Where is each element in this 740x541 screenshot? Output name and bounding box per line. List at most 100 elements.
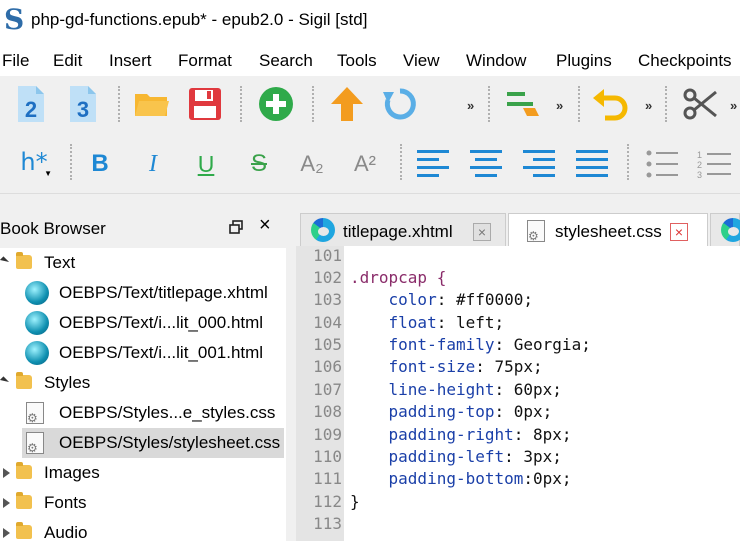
toolbar-grip[interactable] <box>488 86 491 122</box>
collapse-arrow-icon[interactable] <box>3 498 10 508</box>
subscript-icon: A₂ <box>300 151 324 176</box>
tree-item-page-styles[interactable]: OEBPS/Styles...e_styles.css <box>0 398 286 428</box>
floppy-disk-icon <box>189 88 221 120</box>
marker-icon <box>507 92 539 116</box>
bold-button[interactable]: B <box>80 142 120 186</box>
tree-folder-text[interactable]: Text <box>0 248 286 278</box>
refresh-icon <box>383 88 416 120</box>
toolbar-grip[interactable] <box>400 144 403 180</box>
add-file-button[interactable] <box>256 82 296 126</box>
align-right-button[interactable] <box>519 142 559 186</box>
tree-item-label: OEBPS/Styles/stylesheet.css <box>59 433 281 452</box>
italic-icon: I <box>149 150 157 177</box>
open-button[interactable] <box>132 82 172 126</box>
format-toolbar: h* ▼ B I U S A₂ A² 1 2 3 <box>0 132 740 194</box>
numbered-list-button[interactable]: 1 2 3 <box>694 142 734 186</box>
css-property: padding-bottom <box>350 469 524 488</box>
justify-button[interactable] <box>572 142 612 186</box>
tree-item-label: Text <box>44 253 76 272</box>
menu-tools[interactable]: Tools <box>337 51 377 71</box>
menu-insert[interactable]: Insert <box>109 51 152 71</box>
book-browser-panel: Book Browser × Text OEBPS/Text/titlepage… <box>0 210 286 541</box>
bullet-list-button[interactable] <box>642 142 682 186</box>
cut-button[interactable] <box>680 82 720 126</box>
expand-arrow-icon[interactable] <box>0 376 10 386</box>
css-property: color <box>350 290 437 309</box>
heading-2-button[interactable]: 2 <box>11 82 51 126</box>
strikethrough-icon: S <box>250 150 267 177</box>
menu-file[interactable]: File <box>2 51 29 71</box>
tab-titlepage[interactable]: titlepage.xhtml × <box>300 213 506 247</box>
menu-format[interactable]: Format <box>178 51 232 71</box>
code-line: padding-left: 3px; <box>350 447 562 466</box>
xhtml-file-icon <box>25 341 49 365</box>
title-bar: S php-gd-functions.epub* - epub2.0 - Sig… <box>0 0 740 44</box>
heading-3-button[interactable]: 3 <box>63 82 103 126</box>
code-line: padding-bottom:0px; <box>350 469 572 488</box>
css-property: font-size <box>350 357 476 376</box>
folder-icon <box>16 372 32 389</box>
line-number: 110 <box>313 447 342 466</box>
menu-search[interactable]: Search <box>259 51 313 71</box>
tab-stylesheet[interactable]: stylesheet.css × <box>508 213 708 247</box>
close-tab-icon[interactable]: × <box>473 223 491 241</box>
strikethrough-button[interactable]: S <box>239 142 279 186</box>
book-browser-header: Book Browser × <box>0 210 286 244</box>
book-browser-title: Book Browser <box>0 219 106 238</box>
underline-button[interactable]: U <box>186 142 226 186</box>
superscript-button[interactable]: A² <box>345 142 385 186</box>
toolbar-grip[interactable] <box>240 86 243 122</box>
css-value: : 60px; <box>494 380 562 399</box>
menu-view[interactable]: View <box>403 51 440 71</box>
superscript-icon: A² <box>354 151 376 176</box>
tab-overflow[interactable] <box>710 213 740 247</box>
collapse-arrow-icon[interactable] <box>3 528 10 538</box>
tree-folder-styles[interactable]: Styles <box>0 368 286 398</box>
save-button[interactable] <box>185 82 225 126</box>
menu-plugins[interactable]: Plugins <box>556 51 612 71</box>
folder-icon <box>16 252 32 269</box>
tree-item-split-001[interactable]: OEBPS/Text/i...lit_001.html <box>0 338 286 368</box>
toolbar-grip[interactable] <box>312 86 315 122</box>
toolbar-grip[interactable] <box>665 86 668 122</box>
align-center-button[interactable] <box>466 142 506 186</box>
line-number: 107 <box>313 380 342 399</box>
css-property: padding-left <box>350 447 505 466</box>
browser-edge-icon <box>311 218 335 242</box>
tree-folder-audio[interactable]: Audio <box>0 518 286 541</box>
close-tab-icon[interactable]: × <box>670 223 688 241</box>
code-line: } <box>350 492 360 511</box>
align-left-button[interactable] <box>413 142 453 186</box>
move-up-button[interactable] <box>327 82 367 126</box>
italic-button[interactable]: I <box>133 142 173 186</box>
overflow-chevron-icon[interactable]: » <box>730 98 737 113</box>
toolbar-grip[interactable] <box>627 144 630 180</box>
menu-window[interactable]: Window <box>466 51 526 71</box>
overflow-chevron-icon[interactable]: » <box>467 98 474 113</box>
overflow-chevron-icon[interactable]: » <box>556 98 563 113</box>
toolbar-grip[interactable] <box>70 144 73 180</box>
tree-folder-fonts[interactable]: Fonts <box>0 488 286 518</box>
undo-button[interactable] <box>590 82 630 126</box>
overflow-chevron-icon[interactable]: » <box>645 98 652 113</box>
insert-marker-button[interactable] <box>502 82 542 126</box>
menu-edit[interactable]: Edit <box>53 51 82 71</box>
css-value: : 3px; <box>504 447 562 466</box>
subscript-button[interactable]: A₂ <box>292 142 332 186</box>
line-number: 111 <box>313 469 342 488</box>
menu-checkpoints[interactable]: Checkpoints <box>638 51 732 71</box>
heading-dropdown-button[interactable]: h* ▼ <box>12 140 56 184</box>
toolbar-grip[interactable] <box>118 86 121 122</box>
close-dock-icon[interactable]: × <box>259 215 271 235</box>
toolbar-grip[interactable] <box>578 86 581 122</box>
tree-item-titlepage[interactable]: OEBPS/Text/titlepage.xhtml <box>0 278 286 308</box>
refresh-button[interactable] <box>380 82 420 126</box>
tree-folder-images[interactable]: Images <box>0 458 286 488</box>
tree-item-split-000[interactable]: OEBPS/Text/i...lit_000.html <box>0 308 286 338</box>
float-dock-icon[interactable] <box>229 220 243 234</box>
tree-item-stylesheet[interactable]: OEBPS/Styles/stylesheet.css <box>22 428 284 458</box>
collapse-arrow-icon[interactable] <box>3 468 10 478</box>
line-number: 108 <box>313 402 342 421</box>
expand-arrow-icon[interactable] <box>0 256 10 266</box>
code-editor[interactable]: 101 102 103 104 105 106 107 108 109 110 … <box>296 246 740 541</box>
